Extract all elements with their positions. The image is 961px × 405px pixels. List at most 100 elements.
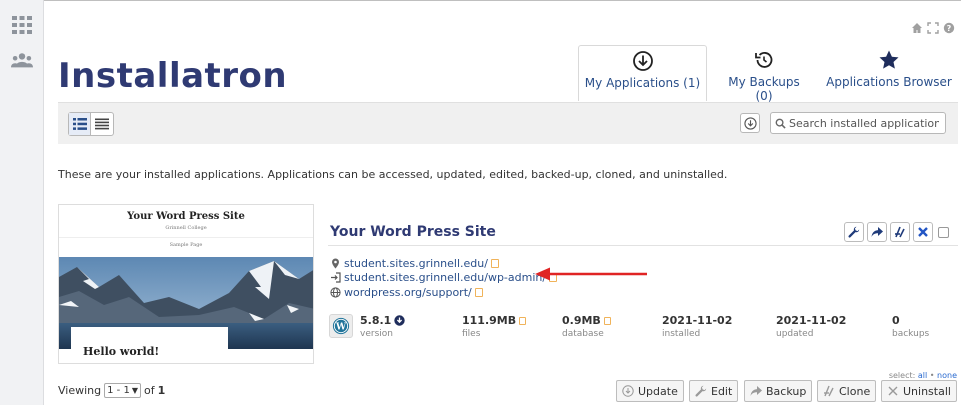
- app-title[interactable]: Your Word Press Site: [330, 224, 496, 240]
- select-all-link[interactable]: all: [918, 371, 927, 380]
- stat-value: 0.9MB: [562, 314, 601, 327]
- page-range-select[interactable]: 1 - 1 ▼: [104, 383, 141, 398]
- preview-divider: [59, 237, 313, 238]
- edit-button[interactable]: Edit: [689, 380, 739, 402]
- link-site-url[interactable]: student.sites.grinnell.edu/: [330, 256, 499, 270]
- tab-applications-browser[interactable]: Applications Browser: [824, 45, 954, 101]
- stat-value: 111.9MB: [462, 314, 517, 327]
- button-label: Backup: [766, 384, 807, 398]
- search-icon: [775, 118, 786, 129]
- chevron-down-icon: ▼: [131, 386, 138, 395]
- stat-installed: 2021-11-02 installed: [662, 314, 732, 339]
- annotation-arrow-icon: [535, 267, 647, 281]
- page-range-value: 1 - 1: [107, 385, 130, 396]
- wrench-icon: [848, 226, 860, 238]
- select-prefix: select:: [888, 371, 916, 380]
- clone-button[interactable]: [890, 222, 910, 242]
- stat-value: 0: [892, 314, 900, 327]
- title-divider: [328, 245, 958, 246]
- tab-label: Applications Browser: [826, 75, 952, 89]
- close-icon: [887, 385, 899, 397]
- tab-my-backups[interactable]: My Backups (0): [718, 45, 810, 103]
- copy-icon[interactable]: [603, 316, 611, 325]
- share-arrow-icon: [871, 227, 883, 237]
- app-actions: [844, 222, 949, 242]
- pagination: Viewing 1 - 1 ▼ of 1: [58, 383, 165, 398]
- button-label: Edit: [711, 384, 733, 398]
- button-label: Update: [638, 384, 678, 398]
- view-toggle: [68, 112, 114, 136]
- site-preview-thumbnail[interactable]: Your Word Press Site Grinnell College Sa…: [58, 204, 314, 364]
- preview-post-card: Hello world!: [71, 327, 228, 363]
- preview-post-title: Hello world!: [83, 345, 160, 358]
- stat-version: 5.8.1 version: [360, 314, 406, 339]
- compact-list-view-icon[interactable]: [91, 113, 113, 135]
- stat-value: 2021-11-02: [662, 314, 733, 327]
- preview-menu: Sample Page: [169, 242, 203, 248]
- stat-label: database: [562, 329, 604, 339]
- stat-backups: 0 backups: [892, 314, 929, 339]
- wordpress-logo-icon: W: [329, 314, 353, 338]
- pagination-total: 1: [157, 384, 166, 397]
- home-icon[interactable]: [911, 22, 923, 34]
- top-utility-icons: ?: [911, 22, 955, 34]
- help-icon[interactable]: ?: [943, 22, 955, 34]
- search-box: [770, 112, 946, 134]
- close-icon: [918, 227, 928, 237]
- preview-tagline: Grinnell College: [165, 225, 207, 231]
- stat-value: 5.8.1: [360, 314, 392, 327]
- select-separator: •: [929, 371, 935, 380]
- installatron-logo: Installatron: [58, 56, 288, 96]
- link-text[interactable]: student.sites.grinnell.edu/wp-admin/: [344, 271, 546, 284]
- button-label: Uninstall: [903, 384, 951, 398]
- import-button[interactable]: [740, 113, 760, 133]
- stat-value: 2021-11-02: [776, 314, 847, 327]
- stat-label: installed: [662, 329, 701, 339]
- download-circle-icon: [743, 116, 757, 130]
- backup-button[interactable]: Backup: [744, 380, 813, 402]
- link-support-url[interactable]: wordpress.org/support/: [330, 285, 483, 299]
- link-admin-url[interactable]: student.sites.grinnell.edu/wp-admin/: [330, 270, 558, 284]
- download-circle-icon: [622, 385, 634, 397]
- tab-label: My Applications (1): [584, 76, 701, 90]
- uninstall-action-button[interactable]: Uninstall: [881, 380, 957, 402]
- stat-files: 111.9MB files: [462, 314, 527, 339]
- copy-icon[interactable]: [519, 316, 527, 325]
- clone-action-button[interactable]: Clone: [817, 380, 877, 402]
- select-none-link[interactable]: none: [937, 371, 957, 380]
- detailed-list-view-icon[interactable]: [69, 113, 91, 135]
- copy-icon[interactable]: [474, 287, 483, 297]
- link-text[interactable]: student.sites.grinnell.edu/: [344, 257, 488, 270]
- apps-grid-icon[interactable]: [10, 14, 34, 36]
- update-button[interactable]: Update: [616, 380, 684, 402]
- wrench-icon: [695, 385, 707, 397]
- stat-database: 0.9MB database: [562, 314, 611, 339]
- link-text[interactable]: wordpress.org/support/: [344, 286, 472, 299]
- search-input[interactable]: [789, 116, 939, 130]
- intro-text: These are your installed applications. A…: [58, 168, 728, 181]
- stat-label: files: [462, 329, 481, 339]
- copy-icon[interactable]: [490, 258, 499, 268]
- stat-updated: 2021-11-02 updated: [776, 314, 846, 339]
- stat-label: backups: [892, 329, 930, 339]
- button-label: Clone: [839, 384, 871, 398]
- select-app-checkbox[interactable]: [938, 226, 949, 238]
- tab-my-applications[interactable]: My Applications (1): [578, 45, 707, 101]
- stat-label: version: [360, 329, 393, 339]
- users-icon[interactable]: [10, 50, 34, 72]
- update-available-icon[interactable]: [394, 315, 406, 326]
- login-icon: [330, 271, 341, 283]
- edit-wrench-button[interactable]: [844, 222, 864, 242]
- share-backup-button[interactable]: [867, 222, 887, 242]
- stat-label: updated: [776, 329, 814, 339]
- fullscreen-icon[interactable]: [927, 22, 939, 34]
- share-arrow-icon: [750, 385, 762, 397]
- download-circle-icon: [632, 50, 654, 72]
- tab-label: My Backups (0): [728, 75, 800, 103]
- uninstall-button[interactable]: [913, 222, 933, 242]
- preview-site-title: Your Word Press Site: [127, 211, 245, 222]
- pagination-of: of: [143, 384, 155, 397]
- top-border: [44, 0, 961, 6]
- svg-text:W: W: [335, 323, 347, 333]
- toolbar: [58, 102, 958, 144]
